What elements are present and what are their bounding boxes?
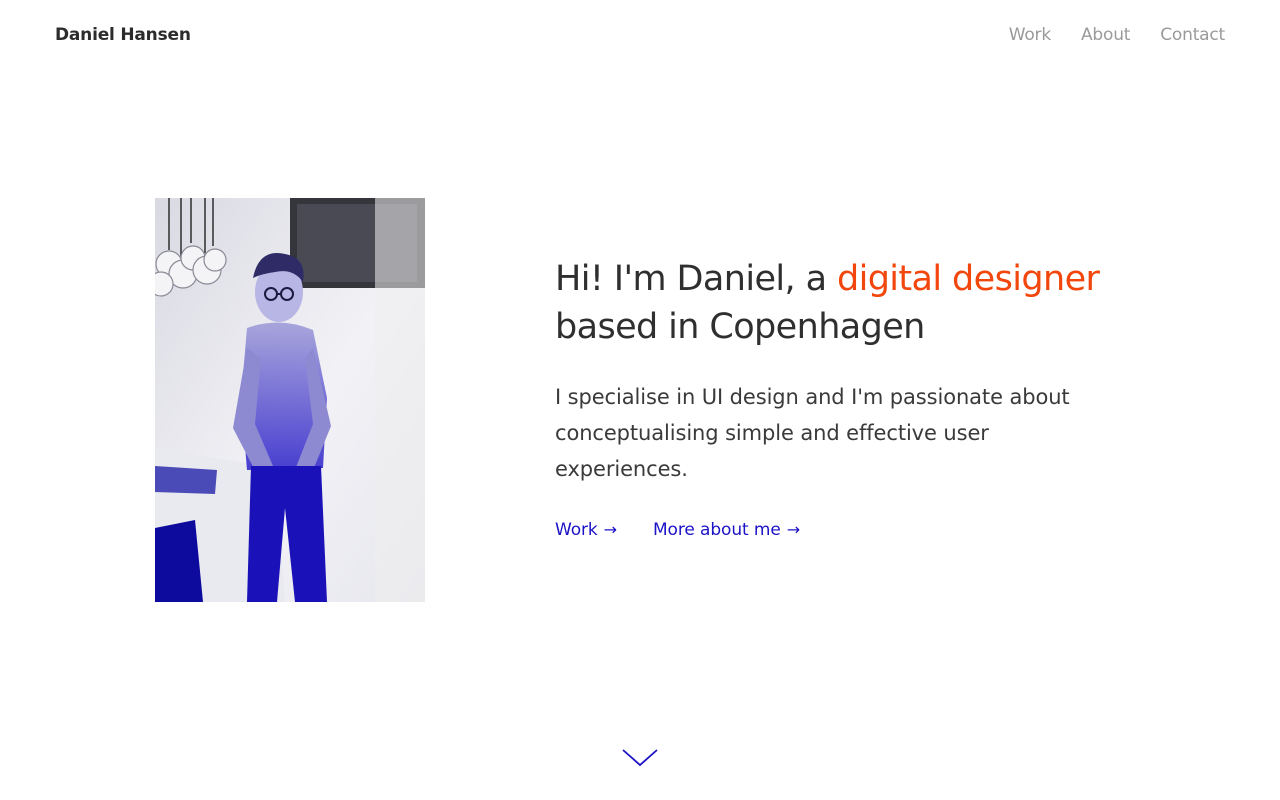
hero-headline: Hi! I'm Daniel, a digital designer based… xyxy=(555,255,1115,351)
work-link[interactable]: Work → xyxy=(555,520,617,540)
headline-intro: Hi! I'm Daniel, a xyxy=(555,259,837,299)
page: Daniel Hansen Work About Contact Hi! I'm… xyxy=(0,0,1280,800)
chevron-down-icon[interactable] xyxy=(622,748,658,768)
portrait-illustration xyxy=(155,198,425,602)
headline-location: based in Copenhagen xyxy=(555,307,925,347)
main-nav: Work About Contact xyxy=(1009,25,1225,45)
about-link-label: More about me xyxy=(652,520,781,540)
nav-item-work[interactable]: Work xyxy=(1009,25,1051,45)
nav-item-contact[interactable]: Contact xyxy=(1160,25,1225,45)
work-link-label: Work xyxy=(555,520,598,540)
hero-links: Work → More about me → xyxy=(555,520,800,540)
portrait-photo xyxy=(155,198,425,602)
headline-accent: digital designer xyxy=(836,259,1100,299)
arrow-right-icon: → xyxy=(786,520,801,539)
arrow-right-icon: → xyxy=(603,520,617,539)
nav-item-about[interactable]: About xyxy=(1081,25,1130,45)
brand-logo[interactable]: Daniel Hansen xyxy=(55,25,191,45)
about-link[interactable]: More about me → xyxy=(653,520,800,540)
hero-lead: I specialise in UI design and I'm passio… xyxy=(555,385,1070,481)
